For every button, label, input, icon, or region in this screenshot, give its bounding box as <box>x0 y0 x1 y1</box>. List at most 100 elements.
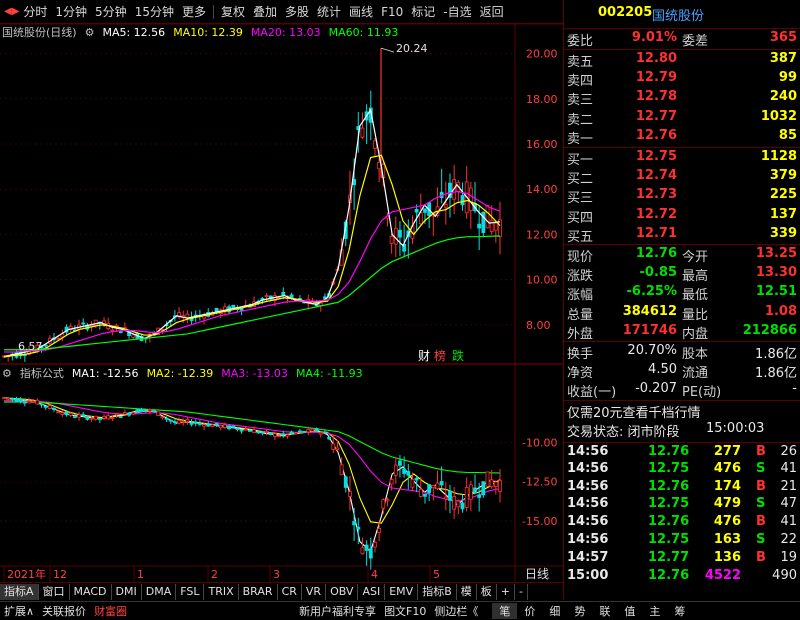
indicator-tab[interactable]: + <box>497 583 515 600</box>
bottom-tab[interactable]: 图文F10 <box>380 603 430 619</box>
indicator-bar <box>310 428 315 432</box>
candlesticks <box>2 47 502 362</box>
candle-body <box>393 227 398 245</box>
period-label[interactable]: 日线 <box>525 567 549 581</box>
ask-label: 卖二 <box>567 112 594 128</box>
ma1-legend: MA1: -12.56 <box>71 366 139 380</box>
tick-price: 12.76 <box>648 444 690 459</box>
quote-value: 12.76 <box>635 246 677 261</box>
indicator-line-4 <box>4 401 501 474</box>
indicator-title[interactable]: 指标公式 <box>20 365 64 381</box>
indicator-bar <box>114 413 119 416</box>
indicator-tab[interactable]: TRIX <box>204 583 239 600</box>
tick-side: B <box>756 444 766 459</box>
indicator-bar <box>6 397 11 400</box>
indicator-bar <box>352 521 357 526</box>
bid-label: 买二 <box>567 171 594 187</box>
indicator-bar <box>223 424 227 429</box>
ma4-legend: MA4: -11.93 <box>295 366 363 380</box>
indicator-tab[interactable]: 板 <box>477 583 497 600</box>
quote-value: 12.51 <box>755 284 797 299</box>
indicator-tab[interactable]: CR <box>278 583 302 600</box>
indicator-bar <box>293 432 298 435</box>
indicator-bar <box>47 405 52 409</box>
bid-price: 12.71 <box>635 226 677 241</box>
promo-text[interactable]: 仅需20元查看千档行情 <box>567 402 701 421</box>
indicator-tab[interactable]: DMA <box>142 583 177 600</box>
collapse-icon[interactable]: ⚙ <box>2 367 12 380</box>
indicator-bar <box>214 423 219 426</box>
indicator-tab[interactable]: - <box>515 583 528 600</box>
indicator-bar <box>435 482 440 490</box>
ask-price: 12.79 <box>635 69 677 85</box>
weicha-value: 365 <box>769 30 797 45</box>
indicator-bar <box>206 423 211 427</box>
bottom-tab[interactable]: 值 <box>617 603 642 619</box>
indicator-bar <box>185 419 190 422</box>
bottom-tab[interactable]: 笔 <box>492 603 518 619</box>
bottom-tab[interactable]: 细 <box>542 603 567 619</box>
indicator-bar <box>39 403 44 406</box>
promo-row[interactable]: 仅需20元查看千档行情 <box>564 400 800 421</box>
indicator-bar <box>448 490 452 501</box>
indicator-bar <box>268 432 273 435</box>
fund-label: 净资 <box>567 365 594 381</box>
indicator-bar <box>160 416 165 419</box>
webi-value: 9.01% <box>631 30 677 45</box>
indicator-bar <box>93 415 98 420</box>
bottom-tab[interactable]: 扩展∧ <box>0 603 38 619</box>
indicator-tabs: 指标A 窗口 MACD DMI DMA FSL TRIX BRAR CR VR OBV ASI EMV 指… <box>0 582 563 600</box>
bid-volume: 137 <box>769 206 797 222</box>
indicator-tab[interactable]: MACD <box>70 583 112 600</box>
price-tick: 10.00 <box>526 274 558 287</box>
indicator-bar <box>135 409 140 413</box>
fund-value: -0.207 <box>635 381 677 396</box>
indicator-bar <box>485 471 490 487</box>
price-tick: 16.00 <box>526 138 558 151</box>
bottom-tab[interactable]: 财富圈 <box>90 603 131 619</box>
indicator-tab[interactable]: 模 <box>457 583 477 600</box>
bottom-tab[interactable]: 新用户福利专享 <box>295 603 380 619</box>
indicator-tab[interactable]: BRAR <box>239 583 278 600</box>
indicator-tab[interactable]: OBV <box>326 583 359 600</box>
indicator-bar <box>498 480 502 492</box>
tick-price: 12.75 <box>648 532 690 547</box>
indicator-tab[interactable]: 窗口 <box>39 583 70 600</box>
indicator-bar <box>331 443 336 450</box>
tick-volume: 163 <box>713 532 741 547</box>
indicator-bar <box>477 494 482 498</box>
indicator-tab[interactable]: ASI <box>358 583 386 600</box>
bid-level-3: 买三 12.73 225 <box>564 186 800 206</box>
bottom-tab[interactable]: 侧边栏《 <box>430 603 482 619</box>
time-axis: 2021年 12 1 2 3 4 5 <box>3 566 440 582</box>
indicator-tab[interactable]: 指标B <box>418 583 457 600</box>
ranking-badge[interactable]: 榜 <box>434 348 446 363</box>
grid-lines <box>0 53 515 522</box>
bottom-tab[interactable]: 主 <box>642 603 667 619</box>
ask-price: 12.77 <box>635 108 677 124</box>
kline-chart[interactable]: 20.00 18.00 16.00 14.00 12.00 10.00 8.00 -10.0… <box>0 0 563 600</box>
indicator-tab[interactable]: 指标A <box>0 583 39 600</box>
fall-badge[interactable]: 跌 <box>452 348 464 363</box>
price-tick: 8.00 <box>526 319 551 332</box>
bottom-tab[interactable]: 势 <box>567 603 592 619</box>
tick-side: S <box>756 532 766 547</box>
bid-label: 买三 <box>567 191 594 206</box>
fund-value: 4.50 <box>648 361 677 377</box>
bottom-tab[interactable]: 价 <box>517 603 542 619</box>
ask-price: 12.80 <box>635 51 677 66</box>
indicator-bar <box>243 428 248 431</box>
bottom-tab[interactable]: 联 <box>592 603 617 619</box>
indicator-tab[interactable]: FSL <box>176 583 205 600</box>
indicator-tab[interactable]: VR <box>302 583 327 600</box>
indicator-tab[interactable]: EMV <box>385 583 419 600</box>
indicator-tab[interactable]: DMI <box>112 583 142 600</box>
finance-badge[interactable]: 财 <box>418 349 430 363</box>
tick-price: 12.76 <box>648 514 690 530</box>
indicator-bar <box>306 428 311 433</box>
webi-row: 委比 9.01% 委差 365 <box>564 28 800 49</box>
indicator-bar <box>2 397 6 399</box>
indicator-bar <box>43 406 48 408</box>
bottom-tab[interactable]: 关联报价 <box>38 603 90 619</box>
bottom-tab[interactable]: 筹 <box>667 603 692 619</box>
